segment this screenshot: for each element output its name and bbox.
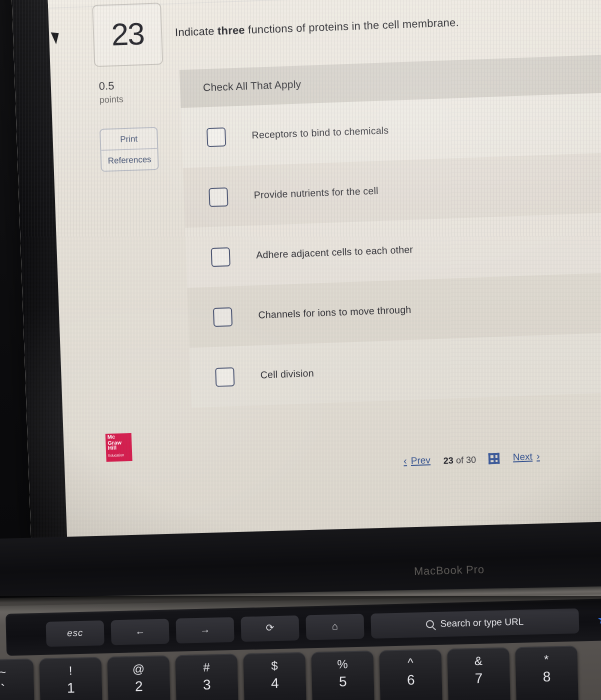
key-top-glyph: ~ (0, 665, 7, 680)
question-number-card: 23 (92, 2, 164, 68)
chevron-left-icon: ‹ (403, 456, 408, 468)
key-bottom-glyph: 5 (338, 673, 347, 690)
prompt-part-1: Indicate (174, 25, 218, 40)
key-3[interactable]: # 3 (175, 653, 239, 700)
options-list: Receptors to bind to chemicals Provide n… (180, 91, 601, 408)
key-top-glyph: & (474, 653, 483, 669)
url-placeholder: Search or type URL (440, 616, 524, 630)
key-top-glyph: # (203, 660, 211, 675)
total-pages: 30 (465, 454, 477, 465)
key-bottom-glyph: 8 (542, 668, 551, 685)
key-bottom-glyph: 7 (474, 669, 483, 687)
points-label: points (99, 94, 124, 105)
prev-button[interactable]: ‹ Prev (403, 455, 430, 467)
logo-line-4: Education (108, 453, 125, 458)
home-icon[interactable]: ⌂ (305, 613, 365, 640)
option-label: Provide nutrients for the cell (253, 185, 379, 201)
mcgraw-hill-logo: Mc Graw Hill Education (105, 432, 133, 462)
key-bottom-glyph: 6 (406, 671, 415, 688)
key-bottom-glyph: 2 (134, 677, 144, 695)
back-icon[interactable]: ← (110, 618, 170, 645)
key-6[interactable]: ^ 6 (379, 648, 443, 700)
option-label: Channels for ions to move through (258, 304, 412, 321)
references-button[interactable]: References (101, 147, 158, 171)
key-bottom-glyph: ` (0, 681, 6, 698)
key-bottom-glyph: 4 (270, 674, 279, 691)
checkbox-icon[interactable] (212, 306, 233, 327)
forward-icon[interactable]: → (175, 616, 235, 644)
macbook-pro-label: MacBook Pro (413, 564, 485, 578)
checkbox-icon[interactable] (206, 126, 227, 147)
option-label: Adhere adjacent cells to each other (255, 244, 414, 261)
checkbox-icon[interactable] (208, 186, 229, 207)
key-top-glyph: $ (270, 658, 278, 673)
key-bottom-glyph: 3 (202, 676, 211, 693)
option-label: Receptors to bind to chemicals (251, 125, 389, 141)
browser-screen: M Gmail YouTube Maps P Pinterest ◎ Insta… (10, 0, 601, 550)
logo-line-3: Hill (107, 445, 117, 453)
key-tilde[interactable]: ~ ` (0, 658, 35, 700)
option-label: Cell division (260, 367, 315, 381)
prompt-emphasis: three (217, 24, 246, 38)
key-4[interactable]: $ 4 (243, 652, 307, 700)
chevron-right-icon: › (536, 451, 541, 463)
next-label: Next (512, 451, 533, 464)
key-top-glyph: ! (68, 663, 73, 678)
prev-label: Prev (410, 455, 431, 467)
next-button[interactable]: Next › (513, 451, 540, 463)
key-2[interactable]: @ 2 (107, 655, 171, 700)
checkbox-icon[interactable] (215, 366, 235, 387)
key-7[interactable]: & 7 (447, 647, 511, 700)
touchbar-url-field[interactable]: Search or type URL (370, 607, 580, 639)
print-button[interactable]: Print (100, 128, 157, 150)
key-top-glyph: % (336, 657, 348, 672)
key-top-glyph: ^ (407, 655, 414, 670)
question-tools: Print References (99, 126, 159, 172)
key-1[interactable]: ! 1 (39, 656, 103, 700)
of-label: of (455, 454, 464, 465)
current-page: 23 (443, 454, 454, 466)
points-value: 0.5 (98, 80, 115, 93)
star-icon[interactable]: ★ (586, 611, 601, 628)
key-top-glyph: * (543, 652, 549, 667)
reload-icon[interactable]: ⟳ (240, 614, 300, 642)
question-number: 23 (110, 16, 145, 53)
key-5[interactable]: % 5 (311, 650, 375, 700)
key-bottom-glyph: 1 (66, 679, 76, 696)
search-icon (426, 620, 435, 629)
key-8[interactable]: * 8 (515, 645, 579, 700)
grid-view-icon[interactable] (488, 452, 501, 465)
key-top-glyph: @ (132, 661, 145, 677)
checkbox-icon[interactable] (210, 246, 231, 267)
touchbar-esc-key[interactable]: esc (45, 619, 105, 647)
page-counter: 23 of 30 (443, 454, 476, 465)
laptop-photo: M Gmail YouTube Maps P Pinterest ◎ Insta… (0, 0, 601, 700)
